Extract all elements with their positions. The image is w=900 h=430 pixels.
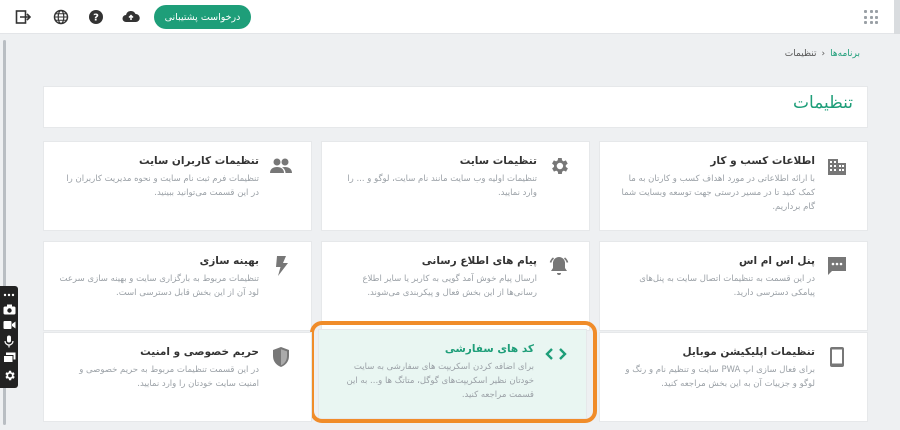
page-title: تنظیمات (793, 93, 853, 113)
gear-icon (547, 154, 571, 178)
card-description: تنظیمات مربوط به بارگزاری سایت و بهینه س… (59, 274, 260, 298)
privacy-security-card[interactable]: حریم خصوصی و امنیت در این قسمت تنظیمات م… (43, 332, 312, 422)
mobile-app-settings-card[interactable]: تنظیمات اپلیکیشن موبایل برای فعال سازی ا… (599, 332, 868, 422)
window-edge (894, 0, 900, 34)
shield-icon (269, 345, 293, 369)
breadcrumb: برنامه‌ها › تنظیمات (785, 49, 860, 59)
card-title: بهینه سازی (199, 255, 259, 267)
top-bar: ? درخواست پشتیبانی (0, 0, 900, 34)
settings-gear-icon[interactable] (2, 368, 16, 382)
custom-code-card[interactable]: کد های سفارشی برای اضافه کردن اسکریپت ها… (318, 329, 587, 419)
notification-messages-card[interactable]: پیام های اطلاع رسانی ارسال پیام خوش آمد … (321, 241, 590, 331)
building-icon (825, 154, 849, 178)
more-icon[interactable] (2, 288, 16, 302)
card-title: تنظیمات کاربران سایت (138, 155, 259, 167)
card-description: تنظیمات اولیه وب سایت مانند نام سایت، لو… (347, 174, 537, 198)
card-description: برای فعال سازی اپ PWA سایت و تنظیم نام و… (625, 365, 815, 389)
card-title: اطلاعات کسب و کار (710, 155, 815, 167)
card-description: در این قسمت به تنظیمات اتصال سایت به پنل… (639, 274, 815, 298)
logout-icon[interactable] (13, 7, 33, 27)
site-users-settings-card[interactable]: تنظیمات کاربران سایت تنظیمات فرم ثبت نام… (43, 141, 312, 231)
mobile-icon (825, 345, 849, 369)
card-title: تنظیمات اپلیکیشن موبایل (682, 346, 815, 358)
camera-icon[interactable] (2, 302, 16, 316)
cloud-upload-icon[interactable] (121, 7, 141, 27)
card-description: تنظیمات فرم ثبت نام سایت و نحوه مدیریت ک… (66, 174, 259, 198)
business-info-card[interactable]: اطلاعات کسب و کار با ارائه اطلاعاتی در م… (599, 141, 868, 231)
code-icon (544, 342, 568, 366)
recording-toolbar (0, 286, 18, 388)
sms-icon (825, 254, 849, 278)
breadcrumb-current: تنظیمات (784, 49, 817, 59)
page-header: تنظیمات (43, 86, 868, 128)
apps-grid-icon[interactable] (864, 10, 878, 24)
site-settings-card[interactable]: تنظیمات سایت تنظیمات اولیه وب سایت مانند… (321, 141, 590, 231)
card-description: ارسال پیام خوش آمد گویی به کاربر یا سایر… (362, 274, 537, 298)
screens-icon[interactable] (2, 350, 16, 364)
card-title: پیام های اطلاع رسانی (421, 255, 537, 267)
support-request-button[interactable]: درخواست پشتیبانی (154, 5, 251, 29)
card-title: حریم خصوصی و امنیت (140, 346, 259, 358)
globe-icon[interactable] (51, 7, 71, 27)
card-title: کد های سفارشی (444, 343, 534, 355)
card-description: در این قسمت تنظیمات مربوط به حریم خصوصی … (79, 365, 259, 389)
sms-panel-card[interactable]: پنل اس ام اس در این قسمت به تنظیمات اتصا… (599, 241, 868, 331)
video-icon[interactable] (2, 318, 16, 332)
card-title: پنل اس ام اس (738, 255, 815, 267)
breadcrumb-separator: › (821, 49, 826, 59)
bolt-icon (269, 254, 293, 278)
optimization-card[interactable]: بهینه سازی تنظیمات مربوط به بارگزاری سای… (43, 241, 312, 331)
card-description: برای اضافه کردن اسکریپت های سفارشی به سا… (346, 362, 534, 400)
bell-icon (547, 254, 571, 278)
svg-text:?: ? (93, 13, 99, 24)
card-description: با ارائه اطلاعاتی در مورد اهداف کسب و کا… (621, 174, 815, 212)
breadcrumb-programs-link[interactable]: برنامه‌ها (830, 49, 860, 59)
microphone-icon[interactable] (2, 334, 16, 348)
help-icon[interactable]: ? (86, 7, 106, 27)
users-icon (269, 154, 293, 178)
card-title: تنظیمات سایت (459, 155, 537, 167)
